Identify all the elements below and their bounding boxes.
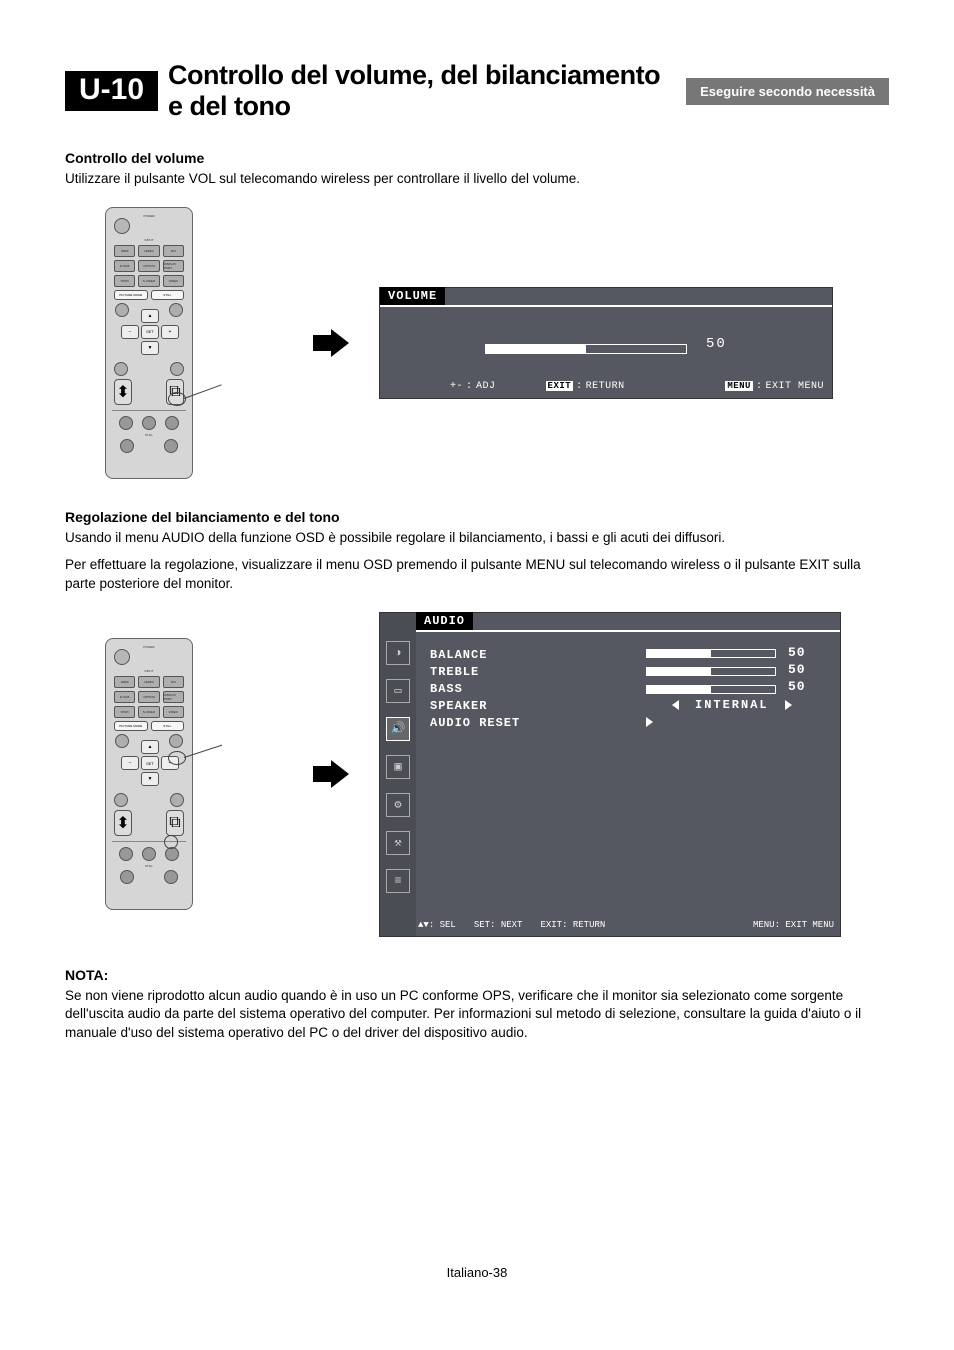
hint-next-label: NEXT bbox=[501, 920, 523, 930]
osd-balance-label: BALANCE bbox=[430, 647, 520, 664]
section-title: Controllo del volume, del bilanciamento … bbox=[168, 60, 676, 122]
arrow-right-icon bbox=[313, 760, 349, 788]
hint-adj-sym: +- bbox=[450, 381, 463, 392]
osd-audio-title: AUDIO bbox=[416, 612, 473, 630]
balance-p2: Per effettuare la regolazione, visualizz… bbox=[65, 556, 889, 594]
hint-sel-sym: ▲▼ bbox=[418, 920, 429, 930]
menu-button-circle bbox=[169, 734, 183, 748]
osd-balance-bar bbox=[646, 649, 776, 658]
page-footer: Italiano-38 bbox=[0, 1265, 954, 1280]
triangle-right-icon bbox=[785, 700, 792, 710]
hint-return-label: RETURN bbox=[586, 381, 625, 392]
balance-p1: Usando il menu AUDIO della funzione OSD … bbox=[65, 529, 889, 548]
section-id-badge: U-10 bbox=[65, 71, 158, 111]
remote-vol-button: ⬍ bbox=[114, 379, 132, 405]
balance-heading: Regolazione del bilanciamento e del tono bbox=[65, 509, 889, 525]
audio-illustration-row: POWER INPUT HDMIHDMI2DVI D-SUBOPTIONDISP… bbox=[105, 612, 889, 937]
volume-illustration-row: POWER INPUT HDMIHDMI2DVI D-SUBOPTIONDISP… bbox=[105, 207, 889, 479]
audio-icon: 🔊 bbox=[386, 717, 410, 741]
info-icon: ≡ bbox=[386, 869, 410, 893]
osd-volume-screen: VOLUME 50 +- : ADJ EXIT : RETURN MENU : bbox=[379, 287, 833, 399]
hint-exitmenu-label: EXIT MENU bbox=[785, 920, 834, 930]
remote-illustration: POWER INPUT HDMIHDMI2DVI D-SUBOPTIONDISP… bbox=[105, 207, 193, 479]
osd-sidebar: ◑ ▭ 🔊 ▣ ⚙ ⚒ ≡ bbox=[380, 613, 416, 936]
page-header: U-10 Controllo del volume, del bilanciam… bbox=[65, 60, 889, 122]
osd-audio-labels: BALANCE TREBLE BASS SPEAKER AUDIO RESET bbox=[430, 647, 520, 732]
hint-return-label: RETURN bbox=[573, 920, 605, 930]
triangle-left-icon bbox=[672, 700, 679, 710]
osd-speaker-label: SPEAKER bbox=[430, 698, 520, 715]
hint-exit-key: EXIT bbox=[546, 381, 574, 391]
osd-audio-screen: ◑ ▭ 🔊 ▣ ⚙ ⚒ ≡ AUDIO BALANCE TREBLE BASS … bbox=[379, 612, 841, 937]
arrow-right-icon bbox=[313, 329, 349, 357]
osd-icon: ⚙ bbox=[386, 793, 410, 817]
osd-bass-bar bbox=[646, 685, 776, 694]
picture-icon: ◑ bbox=[386, 641, 410, 665]
note-body: Se non viene riprodotto alcun audio quan… bbox=[65, 987, 889, 1044]
osd-volume-bar bbox=[485, 344, 687, 354]
osd-audio-values: 50 50 50 bbox=[788, 644, 806, 695]
hint-adj-label: ADJ bbox=[476, 381, 496, 392]
screen-icon: ▭ bbox=[386, 679, 410, 703]
setup-icon: ⚒ bbox=[386, 831, 410, 855]
hint-menu-key: MENU bbox=[753, 920, 775, 930]
osd-volume-title: VOLUME bbox=[380, 287, 445, 305]
hint-exit-key: EXIT bbox=[540, 920, 562, 930]
volume-desc: Utilizzare il pulsante VOL sul telecoman… bbox=[65, 170, 889, 189]
hint-exitmenu-label: EXIT MENU bbox=[765, 381, 824, 392]
note-heading: NOTA: bbox=[65, 967, 889, 983]
hint-menu-key: MENU bbox=[725, 381, 753, 391]
osd-volume-value: 50 bbox=[706, 336, 727, 352]
remote-illustration-2: POWER INPUT HDMIHDMI2DVI D-SUBOPTIONDISP… bbox=[105, 638, 193, 910]
triangle-right-icon bbox=[646, 717, 653, 727]
hint-set-key: SET bbox=[474, 920, 490, 930]
osd-treble-label: TREBLE bbox=[430, 664, 520, 681]
context-ribbon: Eseguire secondo necessità bbox=[686, 78, 889, 105]
volume-heading: Controllo del volume bbox=[65, 150, 889, 166]
hint-sel-label: SEL bbox=[440, 920, 456, 930]
osd-speaker-value: INTERNAL bbox=[672, 698, 792, 712]
osd-treble-bar bbox=[646, 667, 776, 676]
pip-icon: ▣ bbox=[386, 755, 410, 779]
osd-bass-label: BASS bbox=[430, 681, 520, 698]
osd-reset-label: AUDIO RESET bbox=[430, 715, 520, 732]
